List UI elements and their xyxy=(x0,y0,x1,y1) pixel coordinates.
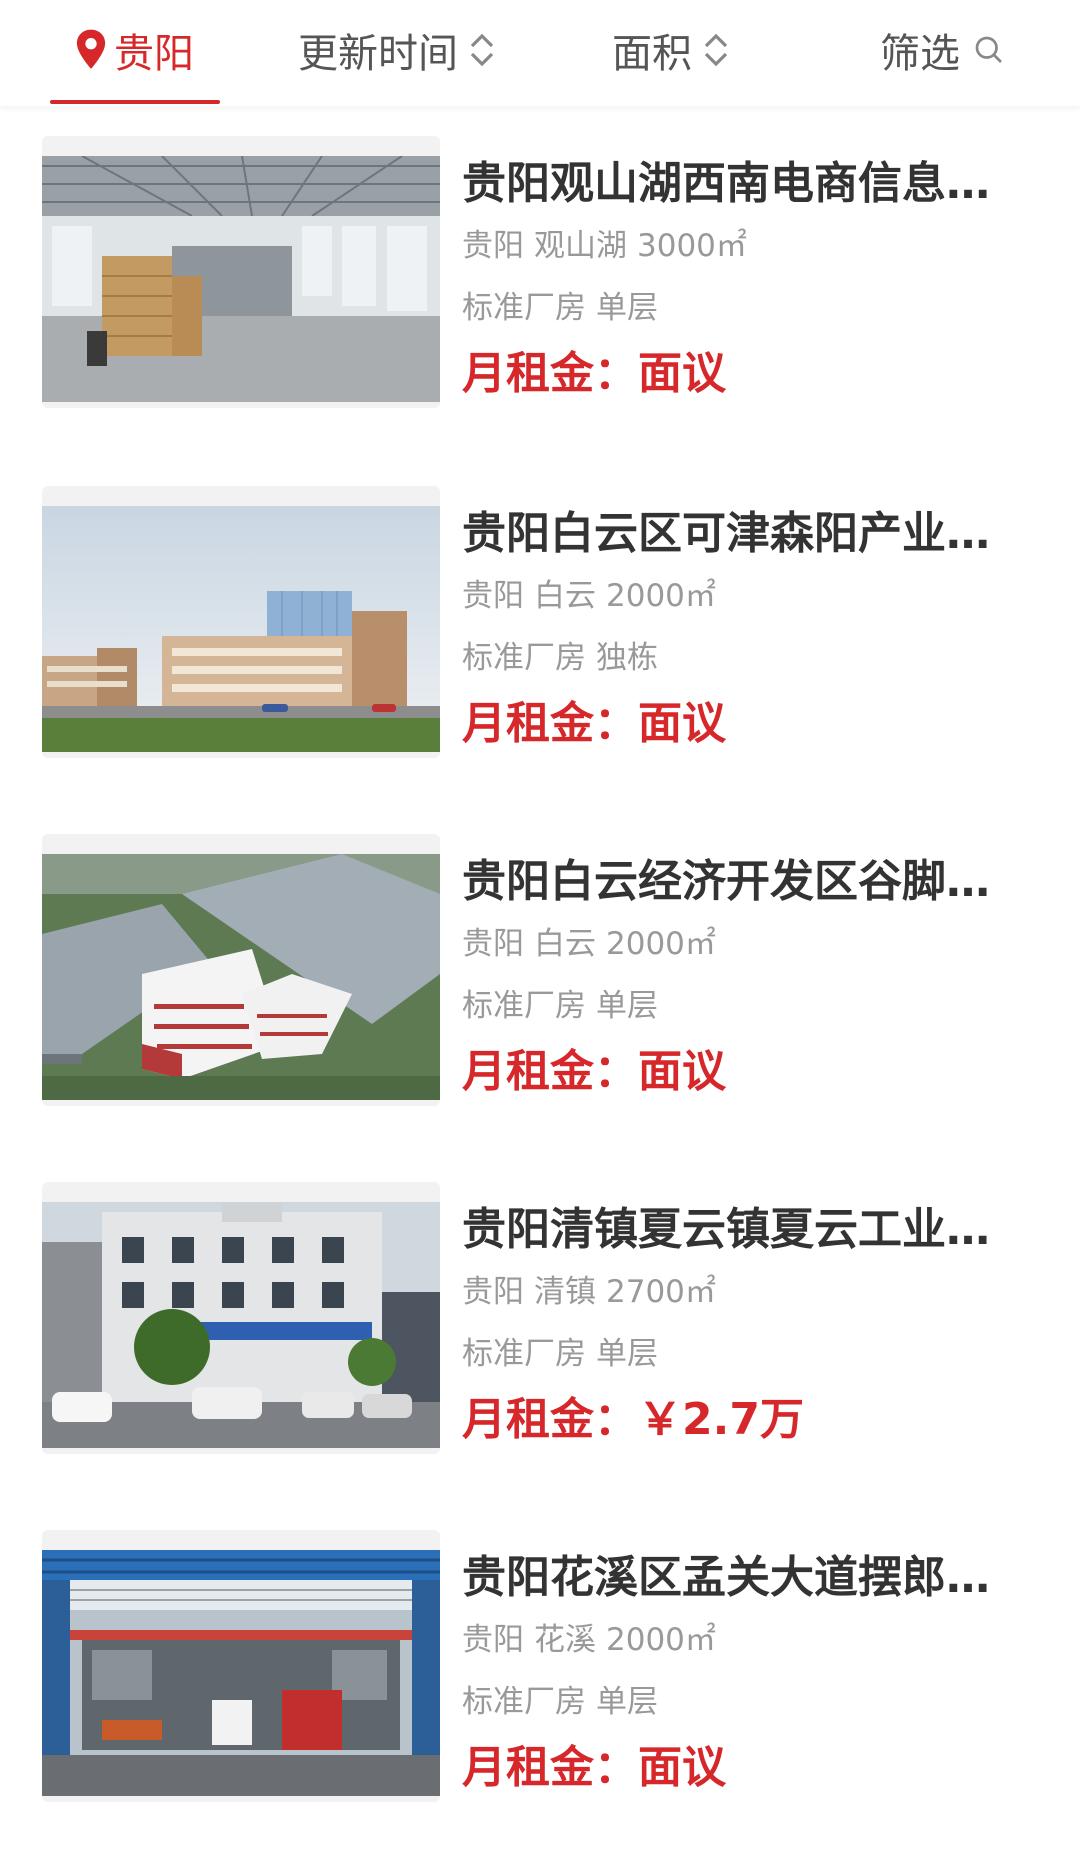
price-value: ￥2.7万 xyxy=(638,1394,804,1445)
property-type: 标准厂房 xyxy=(462,290,586,326)
filter-label: 筛选 xyxy=(880,31,960,77)
price-label: 月租金： xyxy=(462,1394,638,1445)
warehouse-interior-image xyxy=(42,156,440,402)
property-district: 清镇 xyxy=(534,1274,596,1310)
property-title[interactable]: 贵阳花溪区孟关大道摆郎… xyxy=(462,1550,1007,1606)
search-icon xyxy=(975,36,1002,63)
property-meta: 贵阳 清镇 2700㎡ xyxy=(462,1272,716,1312)
property-price: 月租金：￥2.7万 xyxy=(462,1392,804,1448)
property-price: 月租金：面议 xyxy=(462,1740,726,1796)
city-selector[interactable]: 贵阳 xyxy=(72,22,194,78)
property-card[interactable]: 贵阳观山湖西南电商信息… 贵阳 观山湖 3000㎡ 标准厂房 单层 月租金：面议 xyxy=(0,136,1080,436)
property-city: 贵阳 xyxy=(462,578,524,614)
property-tags: 标准厂房 独栋 xyxy=(462,638,658,678)
property-district: 白云 xyxy=(534,578,596,614)
property-type: 标准厂房 xyxy=(462,1684,586,1720)
property-card[interactable]: 贵阳白云区可津森阳产业… 贵阳 白云 2000㎡ 标准厂房 独栋 月租金：面议 xyxy=(0,486,1080,786)
property-tags: 标准厂房 单层 xyxy=(462,986,658,1026)
price-value: 面议 xyxy=(638,1742,726,1793)
property-floors: 独栋 xyxy=(596,640,658,676)
location-pin-icon xyxy=(76,29,106,69)
filter-bar: 贵阳 更新时间 面积 筛选 xyxy=(0,0,1080,106)
factory-aerial-image xyxy=(42,854,440,1100)
property-price: 月租金：面议 xyxy=(462,346,726,402)
property-card[interactable]: 贵阳花溪区孟关大道摆郎… 贵阳 花溪 2000㎡ 标准厂房 单层 月租金：面议 xyxy=(0,1530,1080,1830)
property-floors: 单层 xyxy=(596,1684,658,1720)
property-meta: 贵阳 花溪 2000㎡ xyxy=(462,1620,716,1660)
property-meta: 贵阳 白云 2000㎡ xyxy=(462,924,716,964)
property-tags: 标准厂房 单层 xyxy=(462,1334,658,1374)
property-area: 2000㎡ xyxy=(606,926,716,962)
sort-by-area[interactable]: 面积 xyxy=(612,22,730,78)
property-price: 月租金：面议 xyxy=(462,696,726,752)
property-district: 花溪 xyxy=(534,1622,596,1658)
price-value: 面议 xyxy=(638,1046,726,1097)
property-type: 标准厂房 xyxy=(462,640,586,676)
property-meta: 贵阳 白云 2000㎡ xyxy=(462,576,716,616)
sort-arrows-icon xyxy=(704,33,728,67)
property-title[interactable]: 贵阳白云经济开发区谷脚… xyxy=(462,854,1007,910)
property-type: 标准厂房 xyxy=(462,1336,586,1372)
property-photo[interactable] xyxy=(42,1530,440,1802)
price-value: 面议 xyxy=(638,698,726,749)
sort-updated-label: 更新时间 xyxy=(298,31,458,77)
property-city: 贵阳 xyxy=(462,1622,524,1658)
property-floors: 单层 xyxy=(596,290,658,326)
price-label: 月租金： xyxy=(462,348,638,399)
property-area: 2700㎡ xyxy=(606,1274,716,1310)
property-price: 月租金：面议 xyxy=(462,1044,726,1100)
price-label: 月租金： xyxy=(462,1742,638,1793)
sort-arrows-icon xyxy=(470,33,494,67)
property-title[interactable]: 贵阳白云区可津森阳产业… xyxy=(462,506,1007,562)
sort-area-label: 面积 xyxy=(612,31,692,77)
property-city: 贵阳 xyxy=(462,1274,524,1310)
property-district: 白云 xyxy=(534,926,596,962)
property-area: 2000㎡ xyxy=(606,1622,716,1658)
office-building-image xyxy=(42,1202,440,1448)
property-tags: 标准厂房 单层 xyxy=(462,1682,658,1722)
property-floors: 单层 xyxy=(596,988,658,1024)
property-type: 标准厂房 xyxy=(462,988,586,1024)
property-area: 3000㎡ xyxy=(637,228,747,264)
property-photo[interactable] xyxy=(42,486,440,758)
property-area: 2000㎡ xyxy=(606,578,716,614)
property-card[interactable]: 贵阳白云经济开发区谷脚… 贵阳 白云 2000㎡ 标准厂房 单层 月租金：面议 xyxy=(0,834,1080,1134)
property-photo[interactable] xyxy=(42,834,440,1106)
property-card[interactable]: 贵阳清镇夏云镇夏云工业… 贵阳 清镇 2700㎡ 标准厂房 单层 月租金：￥2.7万 xyxy=(0,1182,1080,1482)
property-floors: 单层 xyxy=(596,1336,658,1372)
property-title[interactable]: 贵阳观山湖西南电商信息… xyxy=(462,156,1007,212)
active-tab-indicator xyxy=(50,100,220,104)
property-title[interactable]: 贵阳清镇夏云镇夏云工业… xyxy=(462,1202,1007,1258)
price-label: 月租金： xyxy=(462,698,638,749)
property-tags: 标准厂房 单层 xyxy=(462,288,658,328)
industrial-park-image xyxy=(42,506,440,752)
filter-button[interactable]: 筛选 xyxy=(880,22,1004,78)
price-value: 面议 xyxy=(638,348,726,399)
city-label: 贵阳 xyxy=(114,31,194,77)
property-city: 贵阳 xyxy=(462,228,524,264)
sort-by-updated[interactable]: 更新时间 xyxy=(298,22,496,78)
property-photo[interactable] xyxy=(42,1182,440,1454)
price-label: 月租金： xyxy=(462,1046,638,1097)
property-district: 观山湖 xyxy=(534,228,627,264)
property-meta: 贵阳 观山湖 3000㎡ xyxy=(462,226,747,266)
steel-shed-image xyxy=(42,1550,440,1796)
property-photo[interactable] xyxy=(42,136,440,408)
property-city: 贵阳 xyxy=(462,926,524,962)
